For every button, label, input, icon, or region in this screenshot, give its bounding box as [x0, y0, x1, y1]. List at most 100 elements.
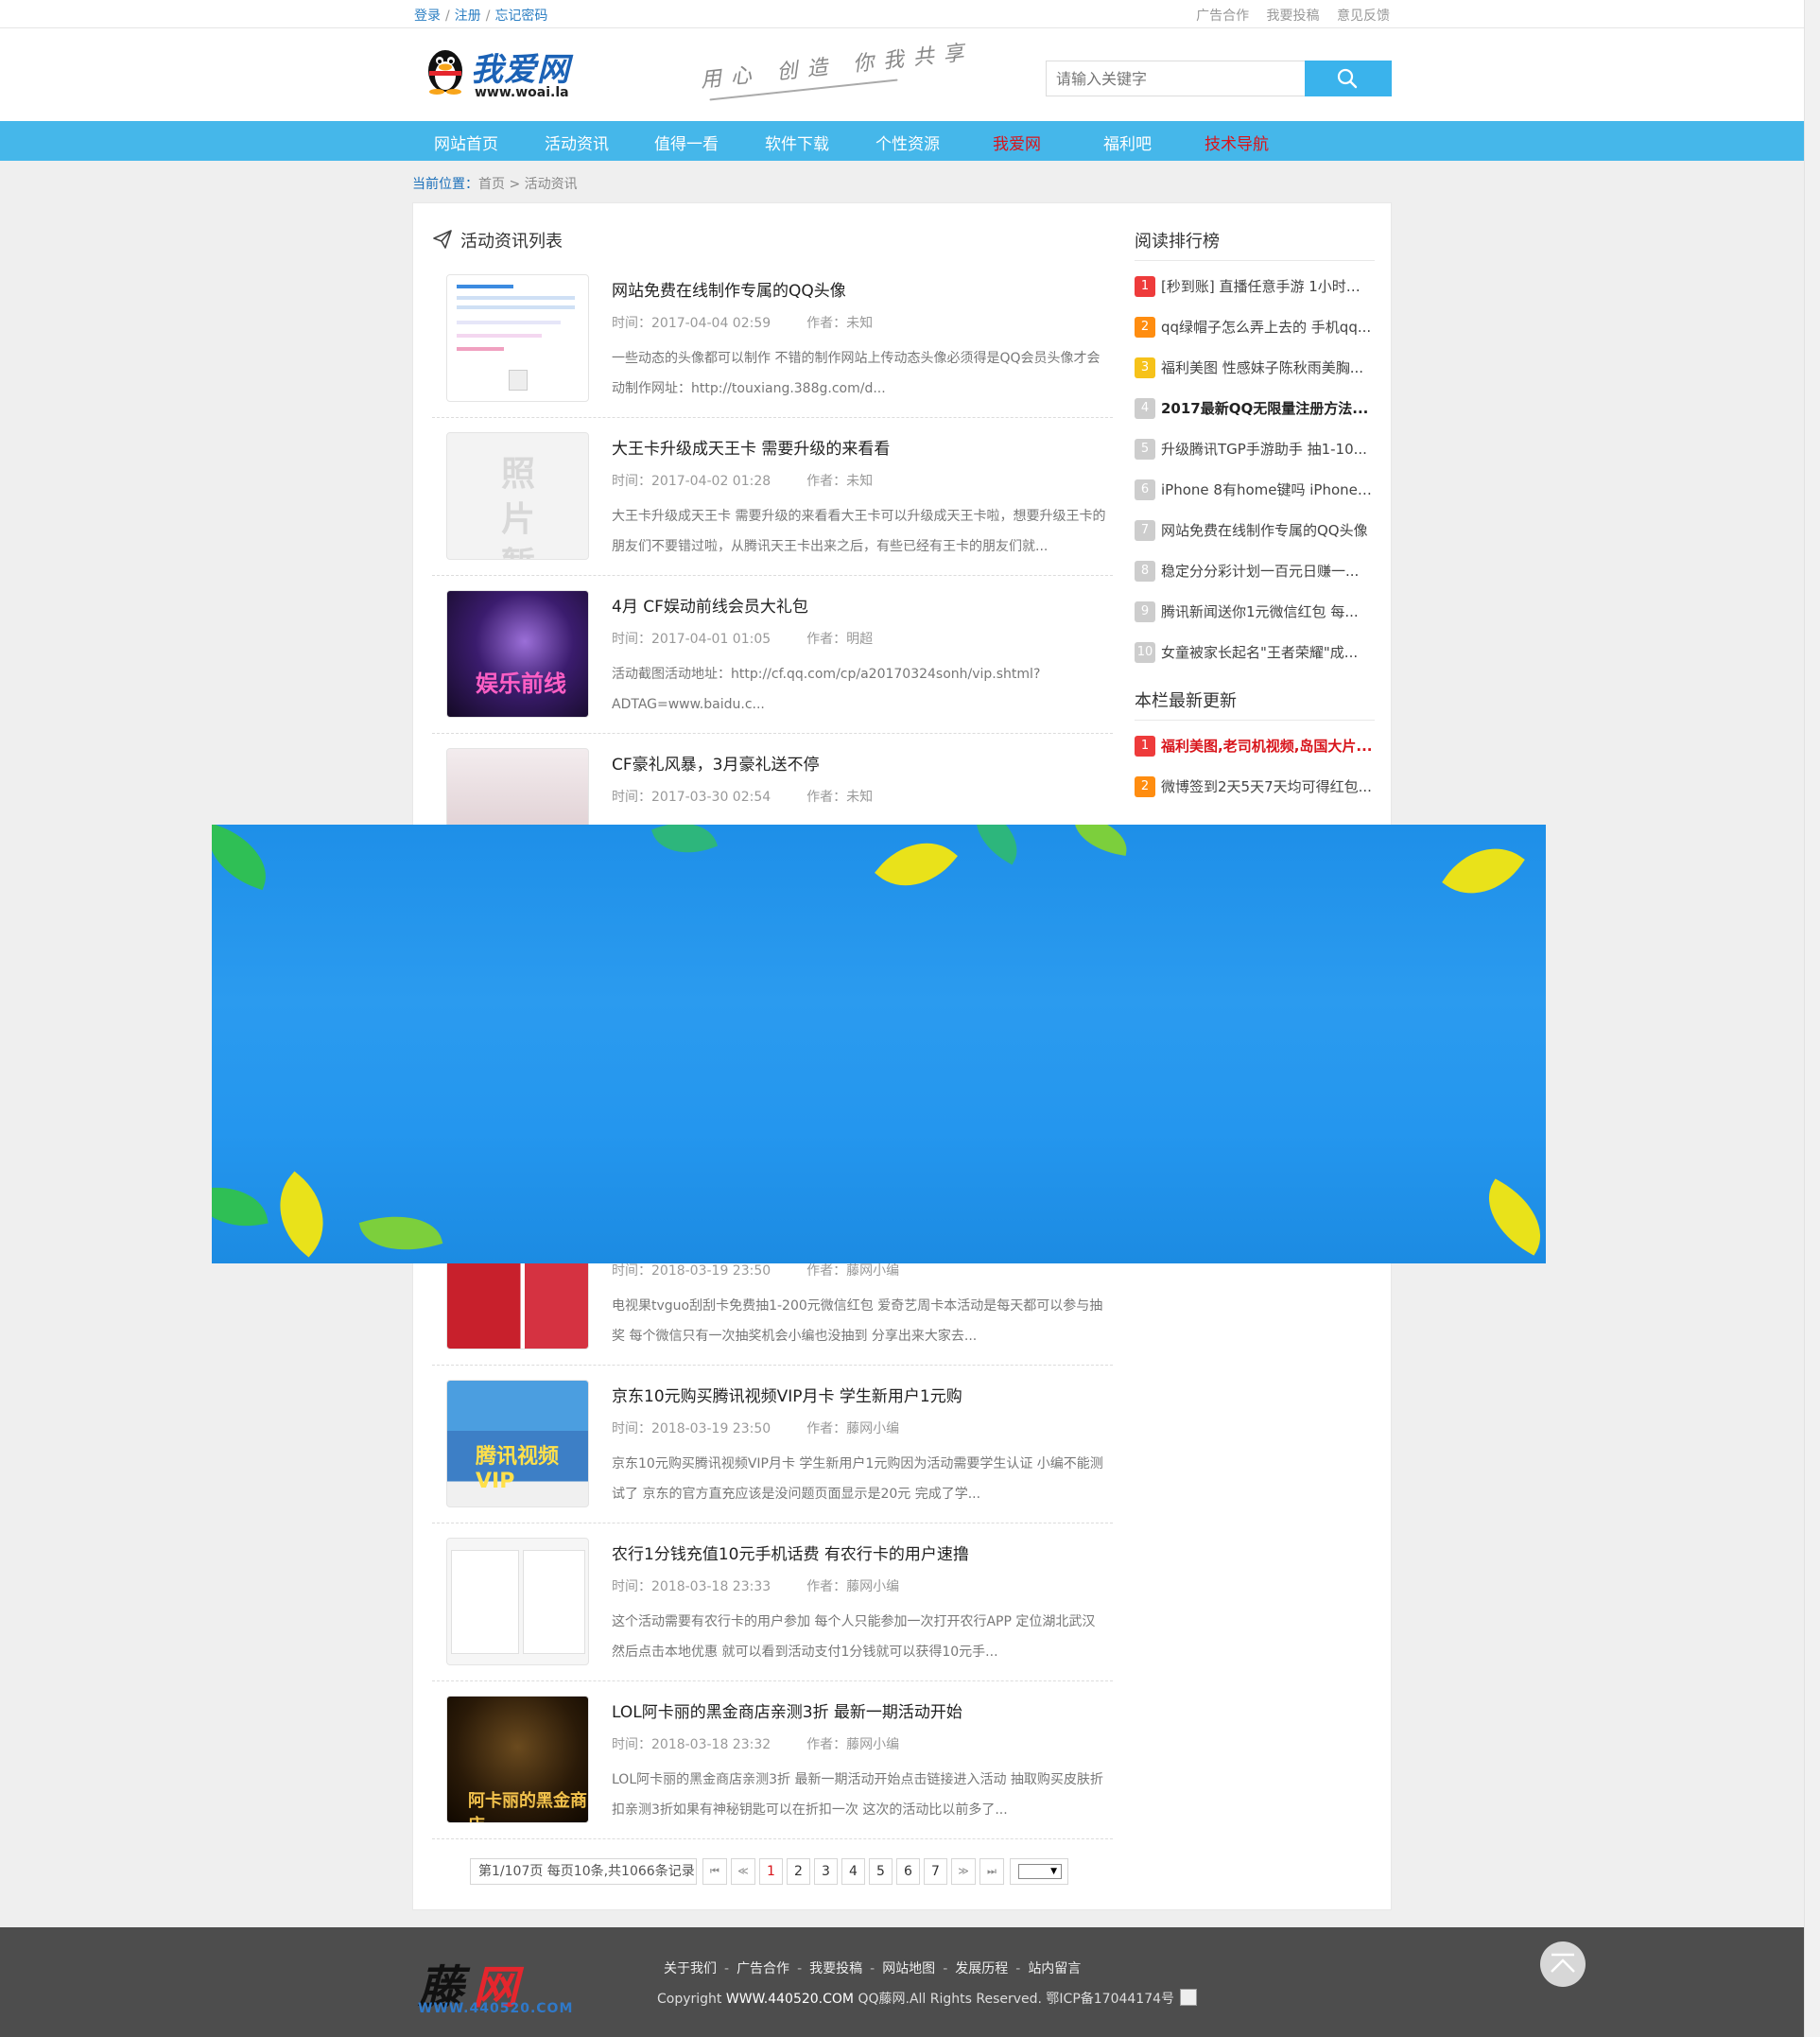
- article-item: 农行1分钱充值10元手机话费 有农行卡的用户速撸 时间：2018-03-18 2…: [432, 1523, 1113, 1681]
- page-button[interactable]: 3: [814, 1858, 838, 1885]
- guestbook-link[interactable]: 站内留言: [1028, 1961, 1081, 1976]
- latest-link[interactable]: 微博签到2天5天7天均可得红包...: [1161, 776, 1373, 796]
- ranking-link[interactable]: 2017最新QQ无限量注册方法...: [1161, 398, 1373, 418]
- ranking-link[interactable]: 网站免费在线制作专属的QQ头像: [1161, 520, 1373, 540]
- article-title[interactable]: 大王卡升级成天王卡 需要升级的来看看: [612, 435, 890, 459]
- ranking-item[interactable]: 9 腾讯新闻送你1元微信红包 每...: [1135, 601, 1375, 623]
- article-thumbnail[interactable]: [446, 274, 589, 402]
- ranking-link[interactable]: iPhone 8有home键吗 iPhone 8...: [1161, 479, 1373, 499]
- divider: [1135, 260, 1375, 261]
- leaf-decoration: [1471, 1178, 1546, 1256]
- article-title[interactable]: CF豪礼风暴，3月豪礼送不停: [612, 751, 819, 775]
- article-title[interactable]: 网站免费在线制作专属的QQ头像: [612, 277, 846, 301]
- ranking-link[interactable]: 女童被家长起名"王者荣耀"成...: [1161, 642, 1373, 662]
- ranking-link[interactable]: 福利美图 性感妹子陈秋雨美胸...: [1161, 357, 1373, 377]
- nav-software-download[interactable]: 软件下载: [765, 131, 829, 154]
- article-title[interactable]: 农行1分钱充值10元手机话费 有农行卡的用户速撸: [612, 1541, 969, 1564]
- article-title[interactable]: LOL阿卡丽的黑金商店亲测3折 最新一期活动开始: [612, 1698, 962, 1722]
- ranking-item[interactable]: 10 女童被家长起名"王者荣耀"成...: [1135, 641, 1375, 664]
- ranking-item[interactable]: 2 qq绿帽子怎么弄上去的 手机qq...: [1135, 316, 1375, 339]
- footer-links: 关于我们 - 广告合作 - 我要投稿 - 网站地图 - 发展历程 - 站内留言: [664, 1961, 1082, 1976]
- photo-missing-text: 照片暂缺: [500, 455, 546, 559]
- page-button[interactable]: 7: [924, 1858, 947, 1885]
- pagination-info: 第1/107页 每页10条,共1066条记录: [470, 1858, 697, 1885]
- footer-logo[interactable]: 藤 网 WWW.440520.COM: [418, 1950, 588, 2016]
- article-summary: 京东10元购买腾讯视频VIP月卡 学生新用户1元购因为活动需要学生认证 小编不能…: [612, 1456, 1103, 1502]
- rank-badge: 2: [1135, 317, 1155, 338]
- stats-icon[interactable]: [1180, 1989, 1198, 2006]
- about-link[interactable]: 关于我们: [664, 1961, 717, 1976]
- article-thumbnail[interactable]: 腾讯视频VIP: [446, 1380, 589, 1507]
- rank-badge: 4: [1135, 398, 1155, 419]
- article-thumbnail[interactable]: 阿卡丽的黑金商店: [446, 1696, 589, 1823]
- nav-woai[interactable]: 我爱网: [993, 131, 1041, 154]
- nav-personal-resources[interactable]: 个性资源: [875, 131, 940, 154]
- logo-text: 我爱网: [471, 51, 570, 89]
- breadcrumb-path[interactable]: 首页 > 活动资讯: [478, 177, 578, 192]
- ranking-item[interactable]: 6 iPhone 8有home键吗 iPhone 8...: [1135, 479, 1375, 501]
- ranking-item[interactable]: 8 稳定分分彩计划一百元日赚一...: [1135, 560, 1375, 583]
- page-button[interactable]: 2: [787, 1858, 810, 1885]
- submit-article-link[interactable]: 我要投稿: [809, 1961, 862, 1976]
- copyright-prefix: Copyright: [657, 1992, 726, 2007]
- page-button[interactable]: 6: [896, 1858, 920, 1885]
- article-thumbnail[interactable]: 照片暂缺: [446, 432, 589, 560]
- search-button[interactable]: [1305, 61, 1392, 96]
- submit-article-link[interactable]: 我要投稿: [1267, 9, 1320, 24]
- register-link[interactable]: 注册: [455, 9, 481, 24]
- nav-worth-seeing[interactable]: 值得一看: [654, 131, 719, 154]
- history-link[interactable]: 发展历程: [955, 1961, 1008, 1976]
- sitemap-link[interactable]: 网站地图: [882, 1961, 935, 1976]
- article-thumbnail[interactable]: 娱乐前线: [446, 590, 589, 718]
- page-scrollbar[interactable]: [1804, 0, 1820, 2037]
- main-nav: 网站首页 活动资讯 值得一看 软件下载 个性资源 我爱网 福利吧 技术导航: [0, 121, 1804, 161]
- rank-badge: 1: [1135, 736, 1155, 757]
- latest-item[interactable]: 1 福利美图,老司机视频,岛国大片...: [1135, 735, 1375, 757]
- article-author: 作者：明超: [806, 632, 874, 647]
- article-title[interactable]: 4月 CF娱动前线会员大礼包: [612, 593, 808, 617]
- page-button[interactable]: 4: [841, 1858, 865, 1885]
- ranking-item[interactable]: 7 网站免费在线制作专属的QQ头像: [1135, 519, 1375, 542]
- latest-item[interactable]: 2 微博签到2天5天7天均可得红包...: [1135, 775, 1375, 798]
- article-author: 作者：未知: [806, 316, 874, 331]
- search-input[interactable]: [1046, 61, 1305, 96]
- nav-tech-guide[interactable]: 技术导航: [1205, 131, 1269, 154]
- article-meta: 时间：2017-04-04 02:59 作者：未知: [612, 313, 873, 332]
- article-item: 腾讯视频VIP 京东10元购买腾讯视频VIP月卡 学生新用户1元购 时间：201…: [432, 1366, 1113, 1523]
- forgot-password-link[interactable]: 忘记密码: [494, 9, 547, 24]
- nav-welfare[interactable]: 福利吧: [1103, 131, 1152, 154]
- nav-home[interactable]: 网站首页: [434, 131, 498, 154]
- login-link[interactable]: 登录: [414, 9, 441, 24]
- ranking-link[interactable]: qq绿帽子怎么弄上去的 手机qq...: [1161, 317, 1373, 337]
- leaf-decoration: [212, 825, 278, 891]
- next-page-button[interactable]: ≫: [951, 1858, 976, 1885]
- ranking-item[interactable]: 4 2017最新QQ无限量注册方法...: [1135, 397, 1375, 420]
- overlay-ad-banner[interactable]: [212, 825, 1546, 1263]
- ranking-link[interactable]: 腾讯新闻送你1元微信红包 每...: [1161, 601, 1373, 621]
- ranking-link[interactable]: 升级腾讯TGP手游助手 抽1-10...: [1161, 439, 1373, 459]
- ranking-link[interactable]: 稳定分分彩计划一百元日赚一...: [1161, 561, 1373, 581]
- page-button-current[interactable]: 1: [759, 1858, 783, 1885]
- back-to-top-button[interactable]: [1540, 1941, 1586, 1987]
- first-page-button[interactable]: ⏮: [702, 1858, 727, 1885]
- ad-cooperation-link[interactable]: 广告合作: [737, 1961, 789, 1976]
- copyright-domain[interactable]: WWW.440520.COM: [726, 1992, 854, 2007]
- thumbnail-caption: 娱乐前线: [476, 670, 566, 697]
- feedback-link[interactable]: 意见反馈: [1337, 9, 1390, 24]
- search-icon: [1337, 68, 1358, 89]
- site-logo[interactable]: 我爱网 www.woai.la: [422, 44, 573, 100]
- ad-cooperation-link[interactable]: 广告合作: [1196, 9, 1249, 24]
- ranking-item[interactable]: 5 升级腾讯TGP手游助手 抽1-10...: [1135, 438, 1375, 461]
- prev-page-button[interactable]: ≪: [731, 1858, 755, 1885]
- ranking-item[interactable]: 3 福利美图 性感妹子陈秋雨美胸...: [1135, 357, 1375, 379]
- nav-activity-news[interactable]: 活动资讯: [545, 131, 609, 154]
- article-thumbnail[interactable]: [446, 1538, 589, 1665]
- ranking-link[interactable]: [秒到账] 直播任意手游 1小时奖励...: [1161, 276, 1373, 296]
- leaf-decoration: [358, 1203, 443, 1263]
- latest-link[interactable]: 福利美图,老司机视频,岛国大片...: [1161, 736, 1373, 756]
- page-button[interactable]: 5: [869, 1858, 893, 1885]
- article-title[interactable]: 京东10元购买腾讯视频VIP月卡 学生新用户1元购: [612, 1383, 962, 1406]
- last-page-button[interactable]: ⏭: [979, 1858, 1004, 1885]
- ranking-item[interactable]: 1 [秒到账] 直播任意手游 1小时奖励...: [1135, 275, 1375, 298]
- page-select[interactable]: ▼: [1010, 1858, 1068, 1885]
